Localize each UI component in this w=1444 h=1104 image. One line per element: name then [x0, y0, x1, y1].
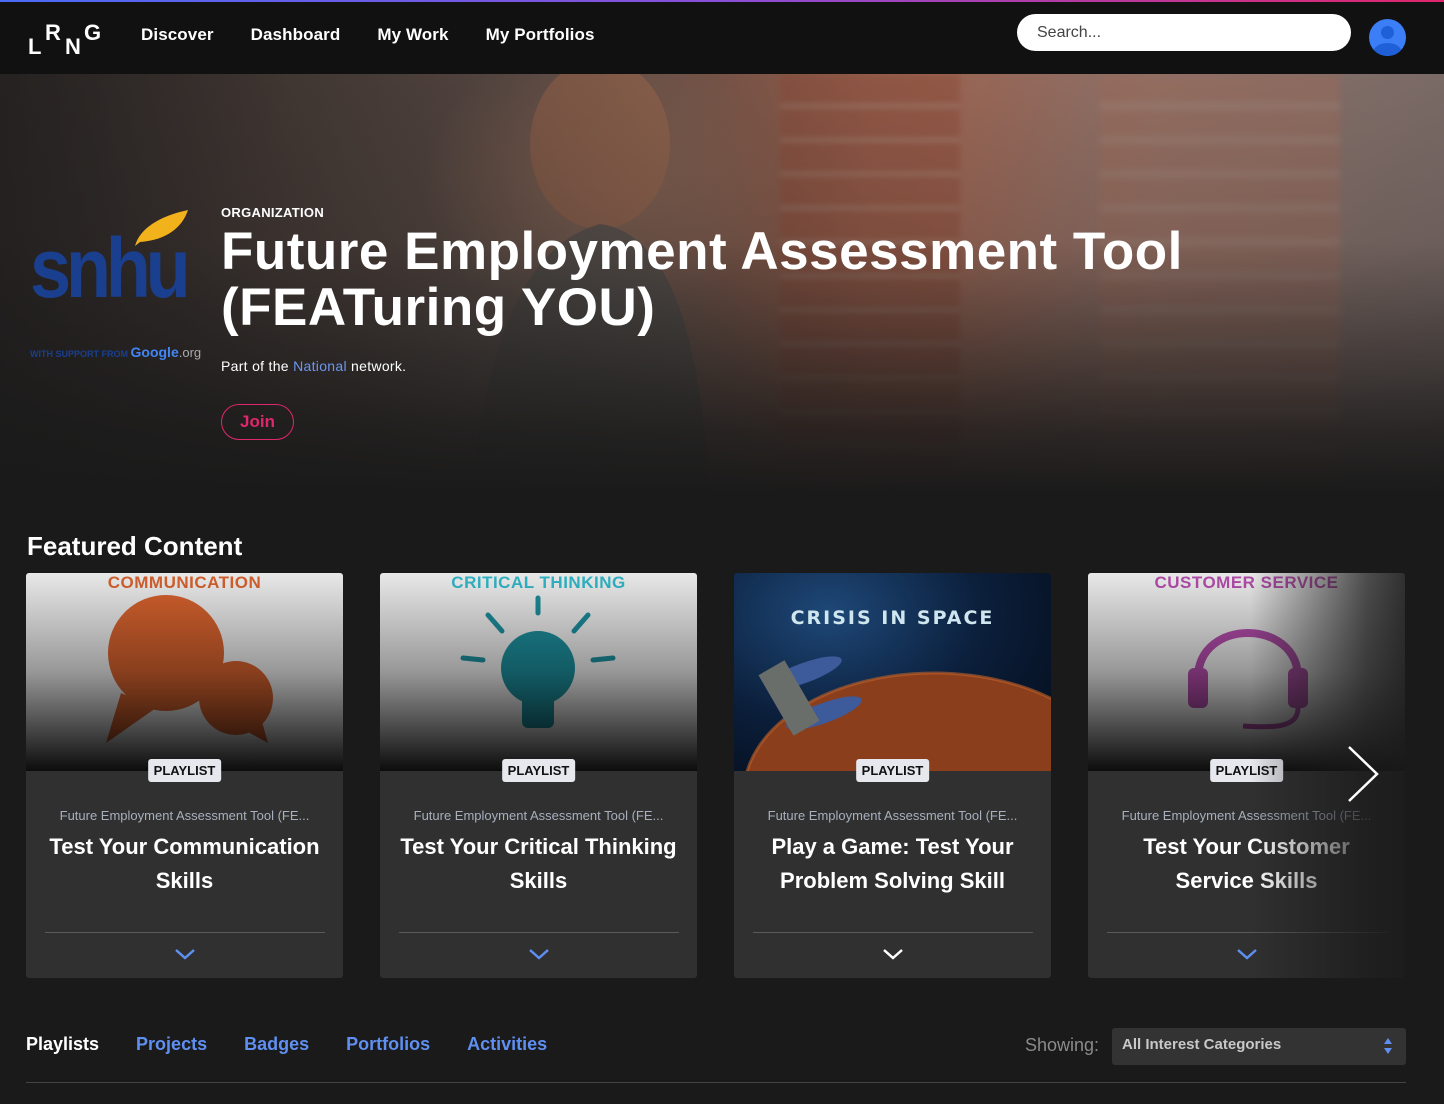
content-tabs: Playlists Projects Badges Portfolios Act… — [26, 1034, 584, 1055]
network-prefix: Part of the — [221, 358, 294, 374]
top-navbar: L R N G Discover Dashboard My Work My Po… — [0, 2, 1444, 74]
tab-activities[interactable]: Activities — [467, 1034, 547, 1055]
content-card[interactable]: CRISIS IN SPACE PLAYLIST Future Employme… — [734, 573, 1051, 978]
organization-title: Future Employment Assessment Tool (FEATu… — [221, 222, 1183, 337]
network-text: Part of the National network. — [221, 358, 406, 374]
card-divider — [399, 932, 679, 933]
card-organization[interactable]: Future Employment Assessment Tool (FE... — [26, 808, 343, 823]
logo-letter: G — [84, 20, 102, 45]
nav-my-work[interactable]: My Work — [377, 25, 448, 45]
support-prefix: WITH SUPPORT FROM — [30, 349, 128, 359]
content-type-badge: PLAYLIST — [1209, 759, 1284, 782]
card-thumbnail: CRISIS IN SPACE — [734, 573, 1051, 771]
card-thumbnail: COMMUNICATION — [26, 573, 343, 771]
featured-content-heading: Featured Content — [27, 531, 243, 561]
card-divider — [753, 932, 1033, 933]
google-wordmark: Google — [130, 344, 179, 360]
organization-hero: snhu WITH SUPPORT FROM Google.org ORGANI… — [0, 74, 1444, 494]
lrng-logo[interactable]: L R N G — [28, 20, 108, 60]
select-arrows-icon — [1384, 1038, 1392, 1054]
content-type-badge: PLAYLIST — [501, 759, 576, 782]
card-thumbnail: CRITICAL THINKING — [380, 573, 697, 771]
card-divider — [1107, 932, 1387, 933]
join-button[interactable]: Join — [221, 404, 294, 440]
nav-my-portfolios[interactable]: My Portfolios — [486, 25, 595, 45]
thumbnail-shade — [1088, 573, 1405, 771]
snhu-wordmark: snhu — [30, 221, 191, 315]
chevron-down-icon[interactable] — [527, 946, 551, 962]
main-nav: Discover Dashboard My Work My Portfolios — [141, 25, 632, 45]
tab-projects[interactable]: Projects — [136, 1034, 207, 1055]
content-type-badge: PLAYLIST — [855, 759, 930, 782]
network-link[interactable]: National — [293, 358, 347, 374]
chevron-down-icon[interactable] — [173, 946, 197, 962]
card-organization[interactable]: Future Employment Assessment Tool (FE... — [734, 808, 1051, 823]
card-organization[interactable]: Future Employment Assessment Tool (FE... — [380, 808, 697, 823]
card-divider — [45, 932, 325, 933]
content-card[interactable]: COMMUNICATION PLAYLIST Future Employment… — [26, 573, 343, 978]
tab-portfolios[interactable]: Portfolios — [346, 1034, 430, 1055]
card-organization[interactable]: Future Employment Assessment Tool (FE... — [1088, 808, 1405, 823]
thumbnail-title: CRISIS IN SPACE — [790, 607, 995, 629]
user-avatar-icon[interactable] — [1369, 19, 1406, 56]
content-card[interactable]: CRITICAL THINKING PLAYLIST Future Employ… — [380, 573, 697, 978]
search-input[interactable] — [1017, 14, 1351, 51]
content-type-badge: PLAYLIST — [147, 759, 222, 782]
nav-discover[interactable]: Discover — [141, 25, 214, 45]
card-title[interactable]: Play a Game: Test Your Problem Solving S… — [750, 830, 1035, 898]
logo-letter: L — [28, 34, 42, 59]
logo-letter: N — [65, 34, 81, 59]
thumbnail-shade — [380, 573, 697, 771]
google-org-suffix: .org — [178, 345, 202, 360]
featured-carousel: COMMUNICATION PLAYLIST Future Employment… — [26, 573, 1406, 978]
space-scene-image — [745, 656, 1051, 771]
tab-playlists[interactable]: Playlists — [26, 1034, 99, 1055]
tabs-divider — [26, 1082, 1406, 1083]
select-value: All Interest Categories — [1122, 1036, 1282, 1053]
chevron-right-icon[interactable] — [1343, 745, 1383, 803]
chevron-down-icon[interactable] — [881, 946, 905, 962]
organization-logo: snhu WITH SUPPORT FROM Google.org — [30, 204, 201, 364]
card-title[interactable]: Test Your Critical Thinking Skills — [396, 830, 681, 898]
thumbnail-shade — [26, 573, 343, 771]
network-suffix: network. — [346, 358, 407, 374]
avatar-body-shape — [1373, 43, 1402, 56]
logo-letter: R — [45, 20, 61, 45]
filter-label: Showing: — [1025, 1035, 1100, 1055]
tab-badges[interactable]: Badges — [244, 1034, 309, 1055]
card-title[interactable]: Test Your Customer Service Skills — [1104, 830, 1389, 898]
card-thumbnail: CUSTOMER SERVICE — [1088, 573, 1405, 771]
entity-type-label: ORGANIZATION — [221, 205, 325, 220]
support-text: WITH SUPPORT FROM Google.org — [30, 344, 201, 360]
card-title[interactable]: Test Your Communication Skills — [42, 830, 327, 898]
chevron-down-icon[interactable] — [1235, 946, 1259, 962]
nav-dashboard[interactable]: Dashboard — [251, 25, 341, 45]
avatar-head-shape — [1381, 26, 1394, 39]
interest-category-select[interactable]: All Interest Categories — [1112, 1028, 1406, 1065]
